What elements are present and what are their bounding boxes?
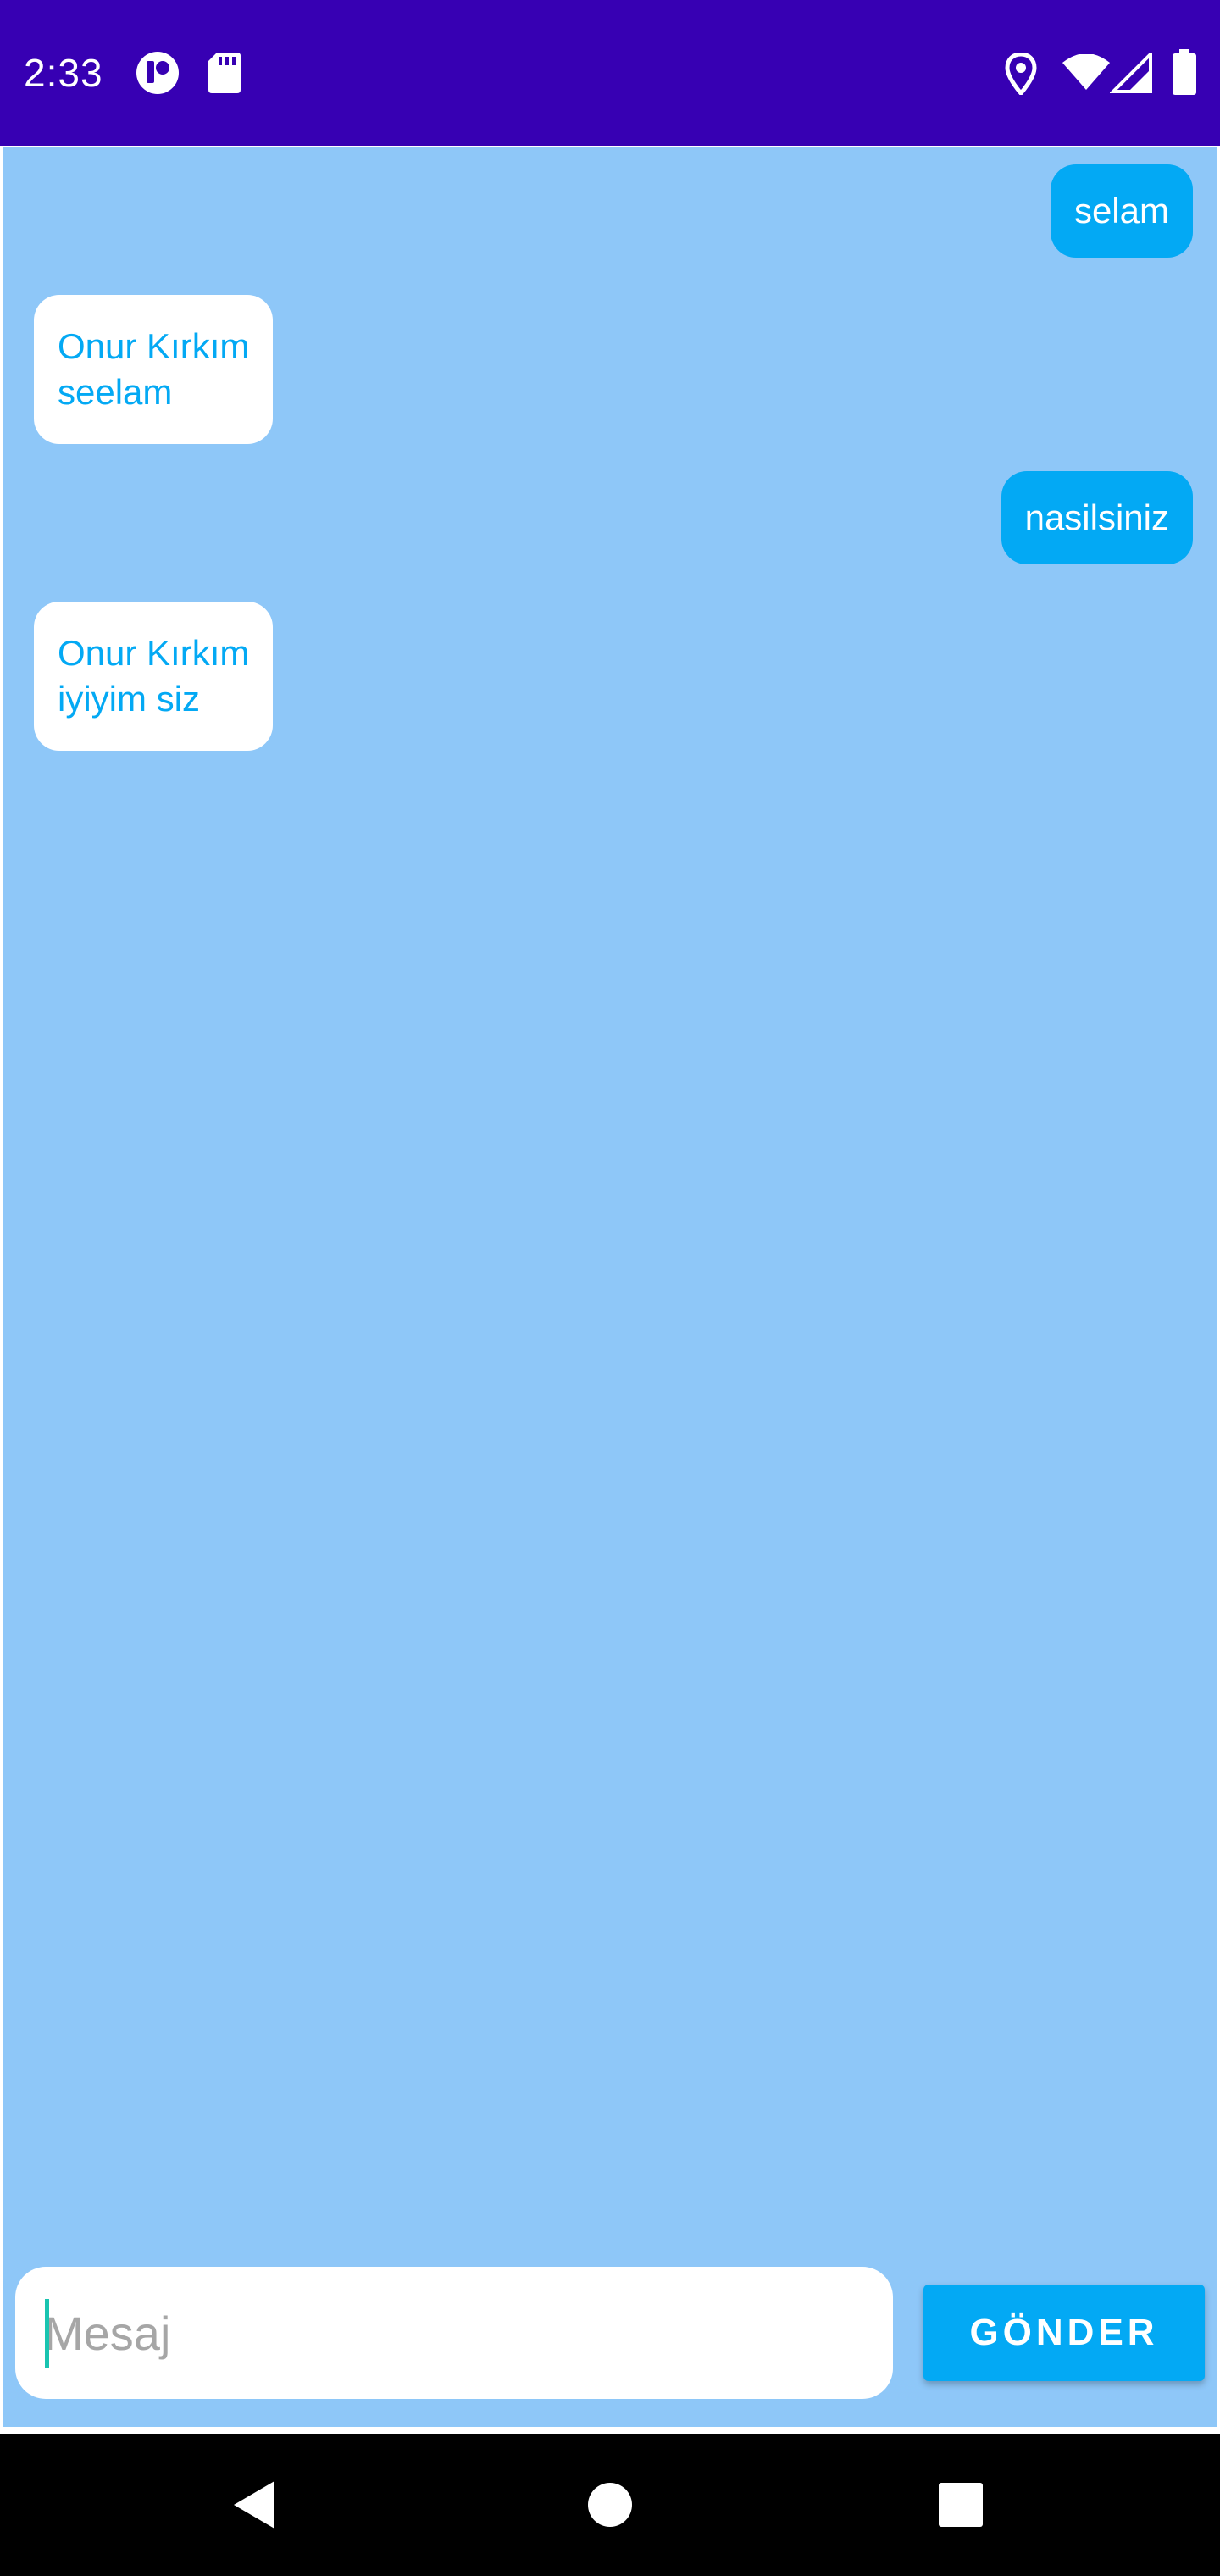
back-icon[interactable] [230,2479,278,2530]
message-input[interactable] [32,2299,862,2367]
received-message-bubble: Onur Kırkım iyiyim siz [34,602,274,751]
status-time: 2:33 [24,51,103,95]
sent-message-bubble: nasilsiniz [1001,471,1193,564]
send-button[interactable]: GÖNDER [923,2285,1205,2381]
sd-card-icon [208,53,241,93]
wifi-icon [1062,54,1110,90]
battery-icon [1173,49,1196,95]
recents-icon[interactable] [939,2483,983,2527]
home-icon[interactable] [586,2481,634,2529]
system-navigation-bar [0,2434,1220,2576]
received-message-bubble: Onur Kırkım seelam [34,295,274,444]
sent-message-bubble: selam [1050,164,1193,258]
cellular-signal-icon [1110,53,1152,93]
text-cursor [45,2299,49,2368]
chat-message-list[interactable]: selam Onur Kırkım seelam nasilsiniz Onur… [3,147,1217,2427]
location-icon [1005,53,1037,95]
status-bar: 2:33 [0,0,1220,146]
message-input-container [15,2267,893,2399]
app-notification-icon [136,52,179,94]
